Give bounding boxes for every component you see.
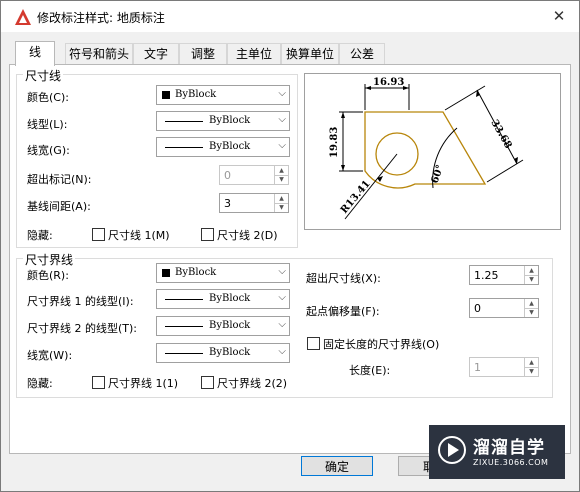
ext-color-label: 颜色(R): [27,269,69,282]
tab-symbols-arrows[interactable]: 符号和箭头 [65,43,133,64]
chevron-down-icon: ⌵ [278,346,286,357]
ext-lines-group-label: 尺寸界线 [23,251,76,268]
dimension-preview-drawing: 16.93 19.83 33.68 60° R13.41 [329,77,524,220]
watermark-name: 溜溜自学 [473,438,545,458]
chevron-down-icon: ⌵ [278,114,286,125]
dim-lineweight-label: 线宽(G): [27,144,70,157]
dim-lines-group-label: 尺寸线 [23,67,64,84]
ext-linetype-2-label: 尺寸界线 2 的线型(T): [27,322,137,335]
ext-color-select[interactable]: ByBlock ⌵ [156,263,290,283]
dim-radius-text: R13.41 [339,179,373,216]
extend-beyond-label: 超出尺寸线(X): [306,272,381,285]
suppress-dim-line-1-label: 尺寸线 1(M) [108,229,170,242]
baseline-spacing-label: 基线间距(A): [27,200,91,213]
fixed-length-label: 固定长度的尺寸界线(O) [323,338,440,351]
color-swatch [162,91,170,99]
origin-offset-label: 起点偏移量(F): [306,305,380,318]
linetype-sample [165,326,203,327]
dim-color-label: 颜色(C): [27,91,69,104]
dim-linetype-label: 线型(L): [27,118,68,131]
chevron-down-icon: ⌵ [278,319,286,330]
extend-ticks-label: 超出标记(N): [27,173,92,186]
dim-top-text: 16.93 [373,77,404,88]
spin-down-icon[interactable]: ▼ [524,308,538,317]
chevron-down-icon: ⌵ [278,266,286,277]
suppress-dim-line-2-checkbox[interactable] [201,228,214,241]
suppress-ext-line-2-checkbox[interactable] [201,376,214,389]
close-icon[interactable]: ✕ [546,4,572,28]
spin-down-icon: ▼ [524,367,538,376]
suppress-dim-line-1-checkbox[interactable] [92,228,105,241]
length-label: 长度(E): [349,364,391,377]
dim-suppress-label: 隐藏: [27,229,53,242]
extend-ticks-stepper: 0 ▲ ▼ [219,165,289,185]
tab-alternate-units[interactable]: 换算单位 [281,43,339,64]
baseline-spacing-stepper[interactable]: 3 ▲ ▼ [219,193,289,213]
suppress-ext-line-1-checkbox[interactable] [92,376,105,389]
dialog-window: 修改标注样式: 地质标注 ✕ 线 符号和箭头 文字 调整 主单位 换算单位 公差… [0,0,580,492]
title-bar: 修改标注样式: 地质标注 ✕ [1,1,579,32]
dim-lineweight-select[interactable]: ByBlock ⌵ [156,137,290,157]
linetype-sample [165,121,203,122]
watermark-logo-icon [438,436,466,464]
suppress-ext-line-1-label: 尺寸界线 1(1) [108,377,179,390]
dim-color-select[interactable]: ByBlock ⌵ [156,85,290,105]
preview-panel: 16.93 19.83 33.68 60° R13.41 [304,73,561,230]
suppress-dim-line-2-label: 尺寸线 2(D) [217,229,278,242]
dialog-title: 修改标注样式: 地质标注 [37,11,165,25]
lineweight-sample [165,353,203,354]
ext-suppress-label: 隐藏: [27,377,53,390]
ext-lineweight-select[interactable]: ByBlock ⌵ [156,343,290,363]
dim-right-text: 33.68 [488,118,513,151]
linetype-sample [165,299,203,300]
fixed-length-checkbox[interactable] [307,337,320,350]
lineweight-sample [165,147,203,148]
length-stepper: 1 ▲ ▼ [469,357,539,377]
autocad-logo-icon [15,9,31,25]
dim-left-text: 19.83 [329,127,340,158]
ext-linetype-1-select[interactable]: ByBlock ⌵ [156,289,290,309]
spin-down-icon[interactable]: ▼ [524,275,538,284]
spin-down-icon: ▼ [274,175,288,184]
ext-lineweight-label: 线宽(W): [27,349,73,362]
color-swatch [162,269,170,277]
tab-primary-units[interactable]: 主单位 [227,43,281,64]
tab-fit[interactable]: 调整 [179,43,227,64]
spin-down-icon[interactable]: ▼ [274,203,288,212]
chevron-down-icon: ⌵ [278,292,286,303]
tab-tolerances[interactable]: 公差 [339,43,385,64]
suppress-ext-line-2-label: 尺寸界线 2(2) [217,377,288,390]
watermark-url: ZIXUE.3066.COM [473,458,549,467]
dim-linetype-select[interactable]: ByBlock ⌵ [156,111,290,131]
tab-lines[interactable]: 线 [15,41,55,66]
tab-text[interactable]: 文字 [133,43,179,64]
extend-beyond-stepper[interactable]: 1.25 ▲ ▼ [469,265,539,285]
ext-linetype-1-label: 尺寸界线 1 的线型(I): [27,295,134,308]
dim-angle-text: 60° [429,163,446,185]
chevron-down-icon: ⌵ [278,140,286,151]
chevron-down-icon: ⌵ [278,88,286,99]
origin-offset-stepper[interactable]: 0 ▲ ▼ [469,298,539,318]
watermark-overlay: 溜溜自学 ZIXUE.3066.COM [429,425,565,479]
ext-linetype-2-select[interactable]: ByBlock ⌵ [156,316,290,336]
ok-button[interactable]: 确定 [301,456,373,476]
